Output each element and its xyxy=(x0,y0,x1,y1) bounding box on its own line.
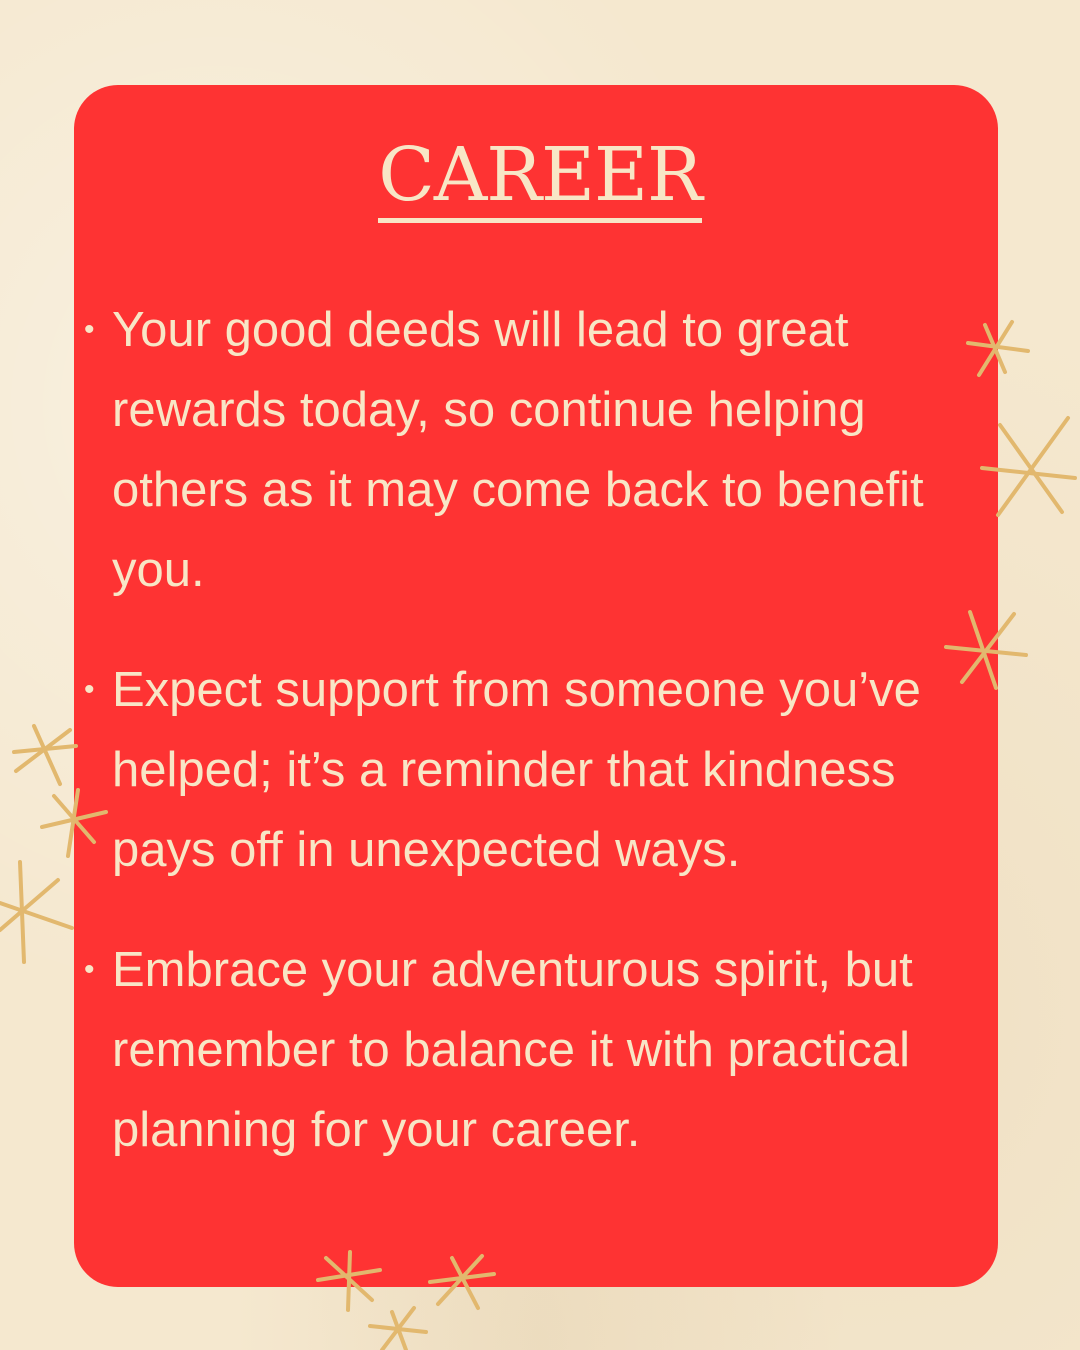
sparkle-star-icon xyxy=(0,860,74,964)
list-item: • Embrace your adventurous spirit, but r… xyxy=(80,930,980,1170)
title-container: Career xyxy=(0,138,1080,223)
bullet-text: Your good deeds will lead to great rewar… xyxy=(112,303,924,597)
bullet-list: • Your good deeds will lead to great rew… xyxy=(80,290,980,1210)
bullet-marker: • xyxy=(84,313,95,346)
bullet-marker: • xyxy=(84,673,95,706)
page-title: Career xyxy=(378,138,703,223)
list-item: • Your good deeds will lead to great rew… xyxy=(80,290,980,610)
sparkle-star-icon xyxy=(12,724,78,786)
bullet-text: Expect support from someone you’ve helpe… xyxy=(112,663,921,877)
bullet-text: Embrace your adventurous spirit, but rem… xyxy=(112,943,913,1157)
list-item: • Expect support from someone you’ve hel… xyxy=(80,650,980,890)
sparkle-star-icon xyxy=(368,1306,428,1350)
bullet-marker: • xyxy=(84,953,95,986)
